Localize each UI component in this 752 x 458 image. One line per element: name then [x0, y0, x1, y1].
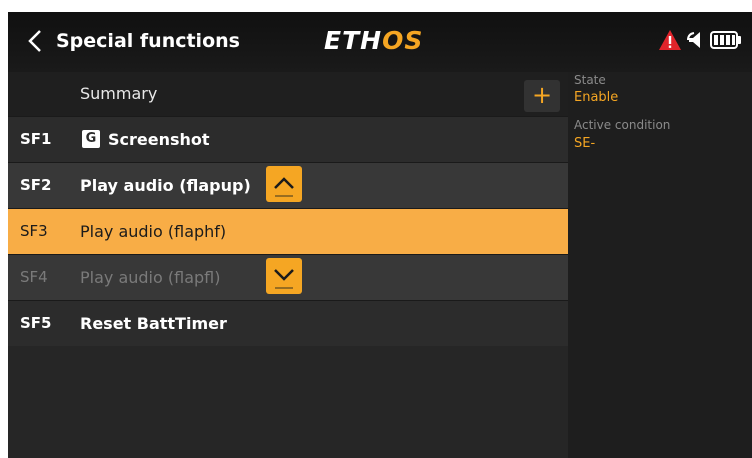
g-icon: G [82, 130, 100, 148]
chevron-up-icon [274, 177, 294, 197]
active-condition-value[interactable]: SE- [574, 136, 595, 151]
sf-name: Screenshot [108, 130, 210, 149]
summary-label: Summary [80, 84, 158, 103]
g-icon-letter: G [85, 131, 97, 146]
battery-icon[interactable] [710, 30, 742, 50]
state-value[interactable]: Enable [574, 90, 618, 105]
list-item-sf1[interactable]: SF1 G Screenshot [8, 116, 568, 162]
move-down-button[interactable] [266, 258, 302, 294]
sf-name: Play audio (flapfl) [80, 268, 221, 287]
sf-number: SF5 [20, 314, 52, 332]
page-title: Special functions [56, 30, 240, 52]
state-label: State [574, 73, 606, 87]
sf-number: SF2 [20, 176, 52, 194]
properties-panel: State Enable Active condition SE- [568, 72, 752, 458]
sf-name: Reset BattTimer [80, 314, 227, 333]
sf-name: Play audio (flaphf) [80, 222, 227, 241]
back-button[interactable] [22, 26, 48, 56]
ethos-logo: ETHOS [324, 24, 423, 58]
header-bar: Special functions ETHOS [8, 12, 752, 72]
screen: Special functions ETHOS Summary + SF1 G … [8, 12, 752, 458]
summary-row[interactable]: Summary + [8, 72, 568, 116]
list-item-sf5[interactable]: SF5 Reset BattTimer [8, 300, 568, 346]
sf-number: SF3 [20, 222, 48, 240]
logo-accent: OS [382, 26, 424, 55]
chevron-left-icon [28, 30, 41, 52]
logo-main: ETH [324, 26, 383, 55]
speaker-icon[interactable] [686, 29, 706, 51]
move-up-button[interactable] [266, 166, 302, 202]
sf-number: SF4 [20, 268, 48, 286]
warning-icon[interactable] [658, 29, 682, 51]
sf-number: SF1 [20, 130, 52, 148]
list-item-sf3[interactable]: SF3 Play audio (flaphf) [8, 208, 568, 254]
chevron-down-icon [274, 269, 294, 289]
special-functions-list: Summary + SF1 G Screenshot SF2 Play audi… [8, 72, 568, 458]
status-icons [658, 28, 742, 52]
add-function-button[interactable]: + [524, 80, 560, 112]
sf-name: Play audio (flapup) [80, 176, 251, 195]
active-condition-label: Active condition [574, 118, 671, 132]
